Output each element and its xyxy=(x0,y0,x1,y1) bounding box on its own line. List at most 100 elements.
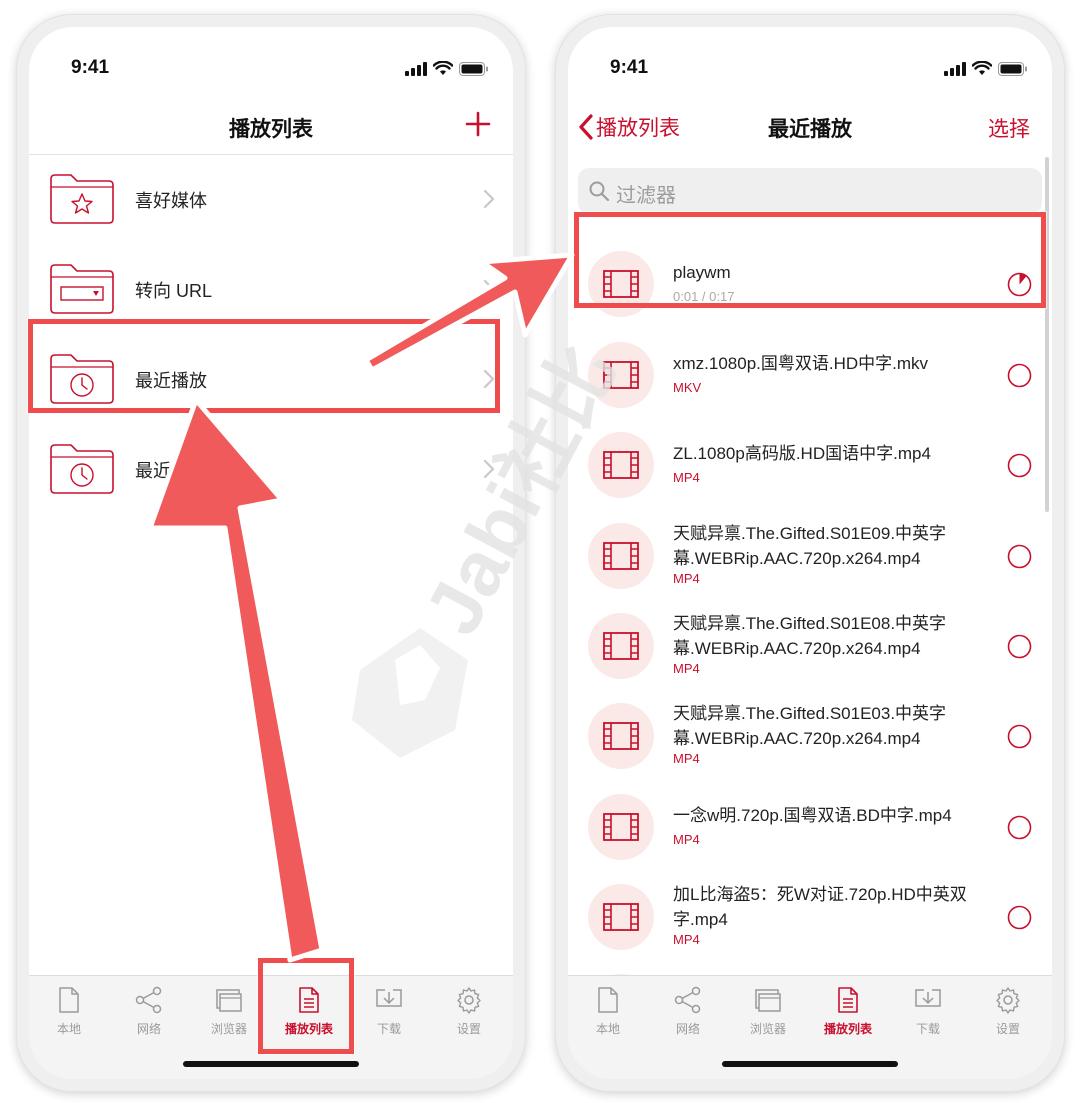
media-title: ZL.1080p高码版.HD国语中字.mp4 xyxy=(673,444,931,463)
playlist-item-label: 最近i xyxy=(135,461,175,481)
tab-playlists[interactable]: 播放列表 xyxy=(269,986,349,1037)
wifi-icon xyxy=(433,61,453,75)
tab-playlists[interactable]: 播放列表 xyxy=(808,986,888,1037)
film-icon xyxy=(603,270,639,298)
media-subtitle: MP4 xyxy=(673,571,700,586)
video-thumb xyxy=(588,884,654,950)
browser-icon xyxy=(216,989,242,1012)
media-item[interactable]: ZL.1080p高码版.HD国语中字.mp4 MP4 xyxy=(568,420,1052,510)
tab-settings[interactable]: 设置 xyxy=(429,986,509,1037)
battery-icon xyxy=(998,61,1027,76)
chevron-right-icon xyxy=(483,369,495,389)
navbar: 播放列表 xyxy=(29,99,513,155)
tab-download[interactable]: 下载 xyxy=(888,986,968,1037)
browser-icon xyxy=(755,989,781,1012)
select-circle-icon[interactable] xyxy=(1007,905,1032,930)
select-circle-icon[interactable] xyxy=(1007,815,1032,840)
film-icon xyxy=(603,903,639,931)
select-circle-icon[interactable] xyxy=(1007,363,1032,388)
signal-icon xyxy=(405,61,427,76)
video-thumb xyxy=(588,703,654,769)
gear-icon xyxy=(457,987,481,1014)
media-title: playwm xyxy=(673,263,731,282)
select-circle-icon[interactable] xyxy=(1007,634,1032,659)
media-title: 加L比海盗5：死W对证.720p.HD中英双字.mp4 xyxy=(673,885,967,929)
select-circle-icon[interactable] xyxy=(1007,724,1032,749)
add-icon[interactable] xyxy=(465,111,491,137)
status-bar: 9:41 xyxy=(29,27,513,99)
share-icon xyxy=(674,986,701,1014)
screen-recent: 9:41 播放列表 最近播放 选择 过滤器 playwm 0:01 / 0:17 x… xyxy=(568,27,1052,1079)
tab-download[interactable]: 下载 xyxy=(349,986,429,1037)
playlist-item-label: 转向 URL xyxy=(135,281,213,301)
media-item[interactable]: 天赋异禀.The.Gifted.S01E09.中英字幕.WEBRip.AAC.7… xyxy=(568,511,1052,601)
document-icon xyxy=(598,987,618,1013)
tab-local[interactable]: 本地 xyxy=(29,986,109,1037)
media-subtitle: MP4 xyxy=(673,661,700,676)
url-folder-icon xyxy=(50,264,114,314)
select-circle-icon[interactable] xyxy=(1007,453,1032,478)
page-title: 播放列表 xyxy=(229,118,313,141)
film-icon xyxy=(603,451,639,479)
playlist-item-url[interactable]: 转向 URL xyxy=(29,245,513,335)
select-button[interactable]: 选择 xyxy=(988,113,1030,143)
video-thumb xyxy=(588,432,654,498)
status-time: 9:41 xyxy=(610,57,649,78)
filter-input[interactable]: 过滤器 xyxy=(578,168,1042,214)
screen-playlists: 9:41 播放列表 喜好媒体 转向 URL 最近播放 最近i 本地 网络 浏览器… xyxy=(29,27,513,1079)
media-subtitle: MP4 xyxy=(673,470,700,485)
tab-bar: 本地 网络 浏览器 播放列表 下载 设置 xyxy=(29,975,513,1079)
download-icon xyxy=(376,989,402,1007)
media-title: 天赋异禀.The.Gifted.S01E09.中英字幕.WEBRip.AAC.7… xyxy=(673,524,947,568)
media-subtitle: 0:01 / 0:17 xyxy=(673,289,735,304)
signal-icon xyxy=(944,61,966,76)
phone-left: 9:41 播放列表 喜好媒体 转向 URL 最近播放 最近i 本地 网络 浏览器… xyxy=(16,14,526,1092)
star-folder-icon xyxy=(50,174,114,224)
video-thumb xyxy=(588,342,654,408)
battery-icon xyxy=(459,61,488,76)
playlist-item-label: 喜好媒体 xyxy=(135,191,207,211)
tab-browser[interactable]: 浏览器 xyxy=(189,986,269,1037)
media-subtitle: MP4 xyxy=(673,932,700,947)
tab-local[interactable]: 本地 xyxy=(568,986,648,1037)
media-item[interactable]: 天赋异禀.The.Gifted.S01E08.中英字幕.WEBRip.AAC.7… xyxy=(568,601,1052,691)
page-title: 最近播放 xyxy=(768,118,852,141)
playlist-item-favorites[interactable]: 喜好媒体 xyxy=(29,155,513,245)
media-item[interactable]: playwm 0:01 / 0:17 xyxy=(568,239,1052,329)
tab-browser[interactable]: 浏览器 xyxy=(728,986,808,1037)
clock-folder-icon xyxy=(50,354,114,404)
media-item[interactable]: xmz.1080p.国粤双语.HD中字.mkv MKV xyxy=(568,330,1052,420)
tab-network[interactable]: 网络 xyxy=(648,986,728,1037)
gear-icon xyxy=(996,987,1020,1014)
progress-circle-icon[interactable] xyxy=(1007,272,1032,297)
wifi-icon xyxy=(972,61,992,75)
share-icon xyxy=(135,986,162,1014)
tab-network[interactable]: 网络 xyxy=(109,986,189,1037)
film-icon xyxy=(603,542,639,570)
clock-folder-icon xyxy=(50,444,114,494)
tab-settings[interactable]: 设置 xyxy=(968,986,1048,1037)
phone-right: 9:41 播放列表 最近播放 选择 过滤器 playwm 0:01 / 0:17 x… xyxy=(555,14,1065,1092)
media-item[interactable]: 天赋异禀.The.Gifted.S01E03.中英字幕.WEBRip.AAC.7… xyxy=(568,691,1052,781)
chevron-right-icon xyxy=(483,279,495,299)
media-subtitle: MP4 xyxy=(673,832,700,847)
playlist-icon xyxy=(299,987,319,1013)
media-item[interactable]: 加L比海盗5：死W对证.720p.HD中英双字.mp4 MP4 xyxy=(568,872,1052,962)
chevron-right-icon xyxy=(483,459,495,479)
film-icon xyxy=(603,632,639,660)
film-icon xyxy=(603,813,639,841)
media-item[interactable]: 一念w明.720p.国粤双语.BD中字.mp4 MP4 xyxy=(568,782,1052,872)
film-icon xyxy=(603,722,639,750)
playlist-icon xyxy=(838,987,858,1013)
tab-bar: 本地 网络 浏览器 播放列表 下载 设置 xyxy=(568,975,1052,1079)
navbar: 播放列表 最近播放 选择 xyxy=(568,99,1052,155)
select-circle-icon[interactable] xyxy=(1007,544,1032,569)
chevron-right-icon xyxy=(483,189,495,209)
home-indicator xyxy=(722,1061,898,1067)
film-icon xyxy=(603,361,639,389)
media-title: xmz.1080p.国粤双语.HD中字.mkv xyxy=(673,354,929,373)
video-thumb xyxy=(588,523,654,589)
playlist-item-recent-added[interactable]: 最近i xyxy=(29,425,513,515)
playlist-item-recent[interactable]: 最近播放 xyxy=(29,335,513,425)
video-thumb xyxy=(588,251,654,317)
